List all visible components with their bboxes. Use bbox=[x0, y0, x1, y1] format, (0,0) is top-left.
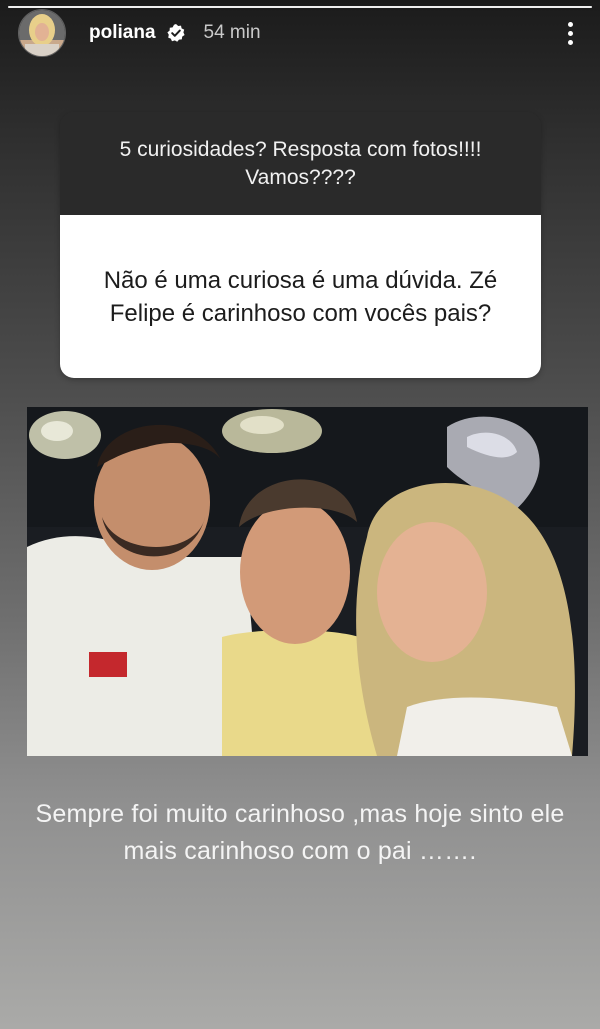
story-progress-fill bbox=[8, 6, 592, 8]
question-answer-area: Não é uma curiosa é uma dúvida. Zé Felip… bbox=[60, 215, 541, 378]
username[interactable]: poliana bbox=[89, 22, 156, 44]
user-avatar[interactable] bbox=[18, 9, 66, 57]
question-text: Não é uma curiosa é uma dúvida. Zé Felip… bbox=[103, 266, 498, 327]
story-header: poliana 54 min bbox=[18, 9, 582, 57]
story-caption: Sempre foi muito carinhoso ,mas hoje sin… bbox=[35, 800, 565, 865]
question-prompt-area: 5 curiosidades? Resposta com fotos!!!! V… bbox=[60, 112, 541, 215]
question-sticker[interactable]: 5 curiosidades? Resposta com fotos!!!! V… bbox=[60, 112, 541, 378]
story-photo bbox=[27, 407, 588, 756]
story-progress-bar bbox=[8, 6, 592, 8]
more-vertical-icon[interactable] bbox=[558, 18, 582, 48]
question-prompt: 5 curiosidades? Resposta com fotos!!!! V… bbox=[119, 137, 482, 189]
verified-badge-icon bbox=[166, 23, 186, 43]
post-time: 54 min bbox=[203, 22, 261, 43]
